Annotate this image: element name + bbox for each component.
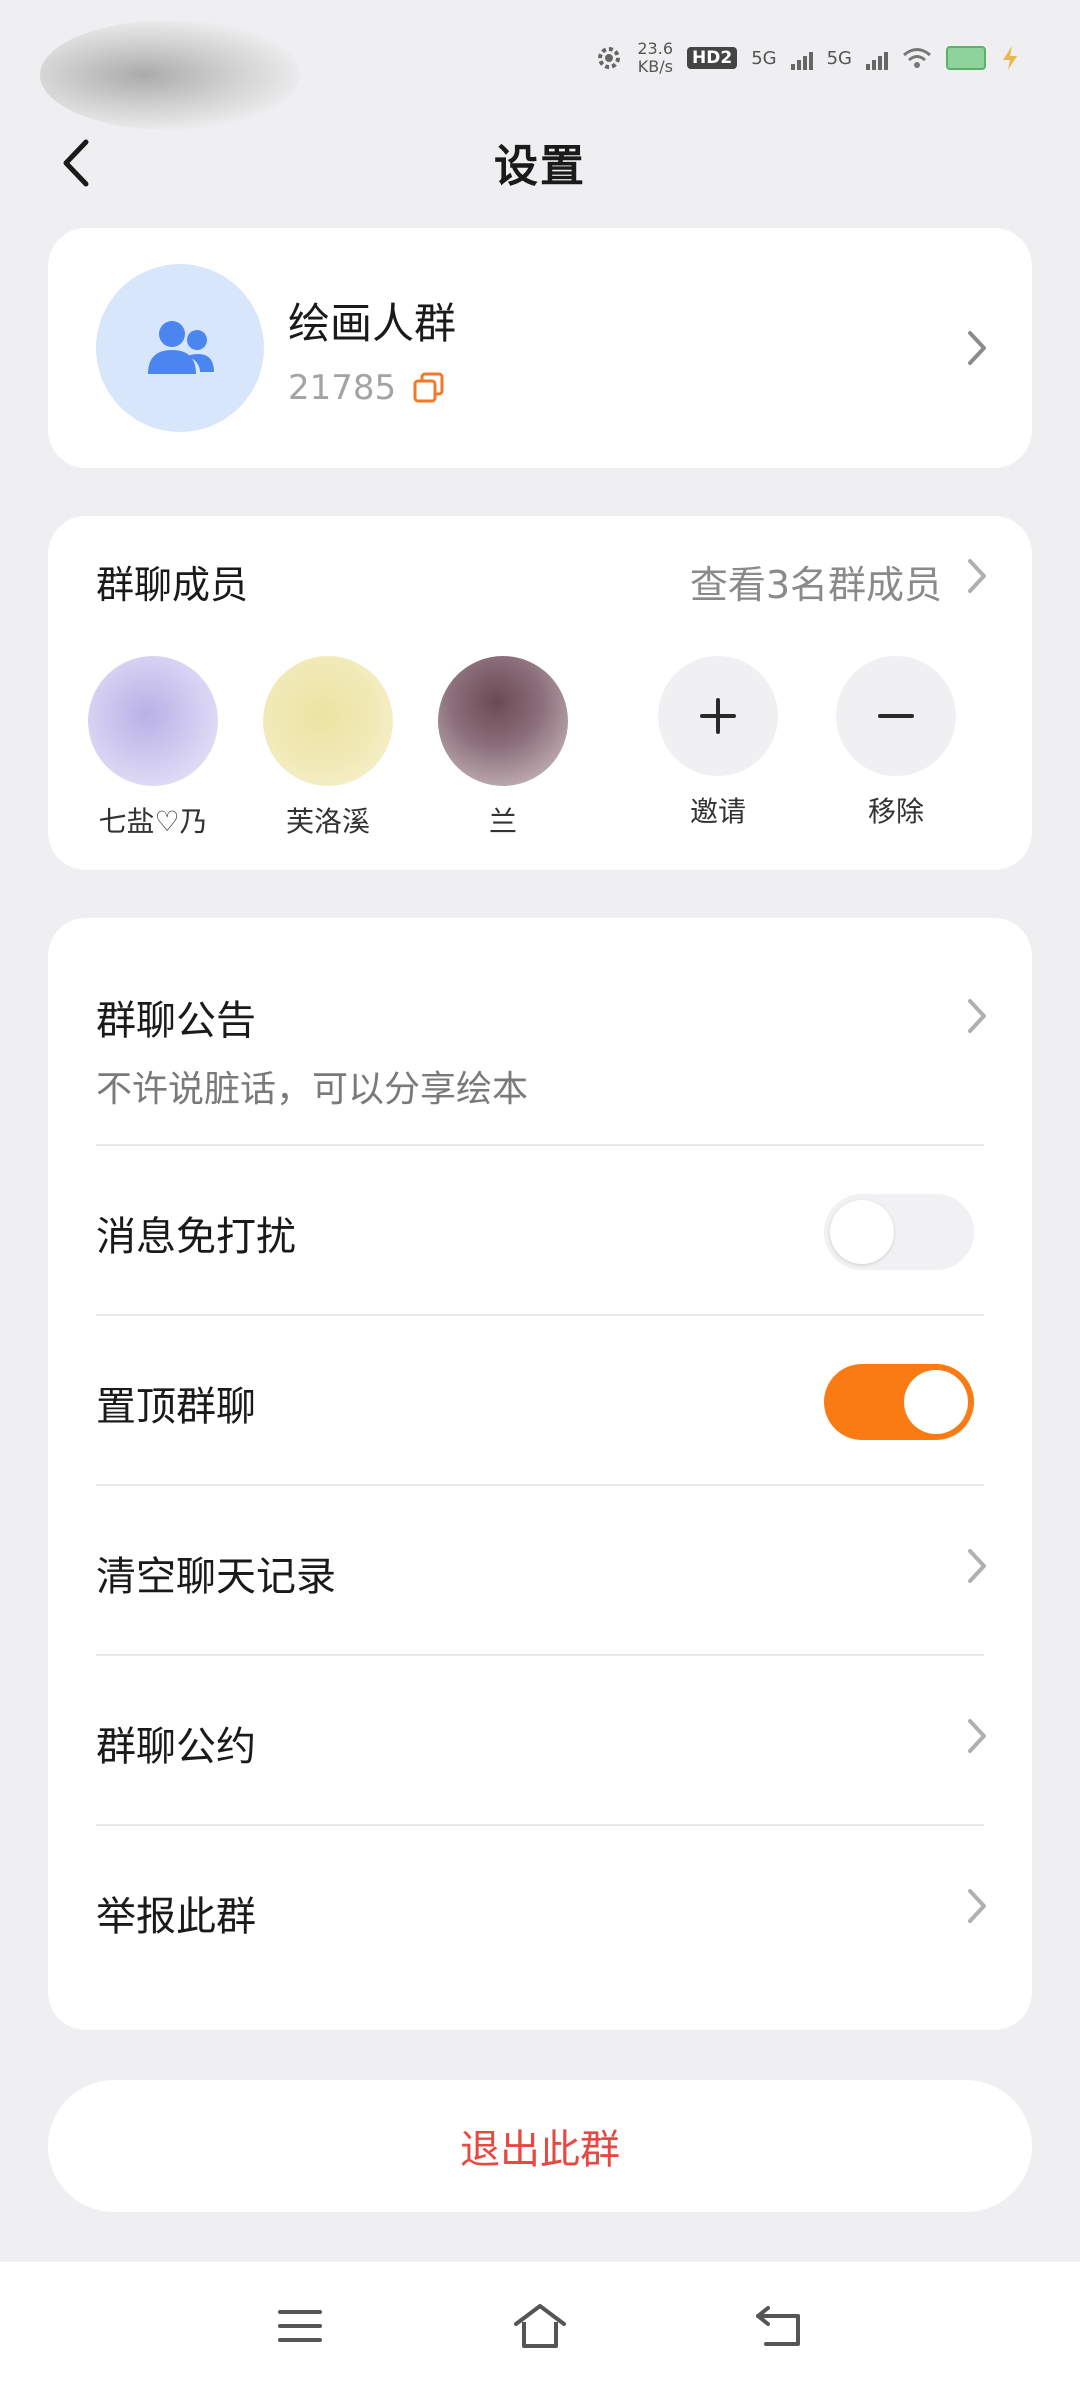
mute-toggle[interactable] xyxy=(824,1194,974,1270)
chevron-right-icon xyxy=(962,1544,992,1588)
status-bar: 23.6 KB/s HD2 5G 5G xyxy=(0,0,1080,130)
group-avatar xyxy=(96,264,264,432)
sim2-label: 5G xyxy=(826,47,852,69)
settings-card: 群聊公告 不许说脏话，可以分享绘本 消息免打扰 置顶群聊 清空聊天记录 群聊公约… xyxy=(48,918,1032,2030)
page-title: 设置 xyxy=(494,141,586,192)
settings-gear-icon xyxy=(598,47,621,69)
exit-group-button[interactable]: 退出此群 xyxy=(48,2080,1032,2212)
invite-label: 邀请 xyxy=(689,795,746,828)
wifi-icon xyxy=(903,48,931,68)
clear-history-label: 清空聊天记录 xyxy=(96,1554,336,1600)
system-nav-bar xyxy=(0,2262,1080,2388)
pin-toggle[interactable] xyxy=(824,1364,974,1440)
chevron-right-icon xyxy=(962,554,992,598)
announcement-row[interactable]: 群聊公告 不许说脏话，可以分享绘本 xyxy=(96,988,984,1112)
network-speed: 23.6 KB/s xyxy=(637,40,673,76)
announcement-text: 不许说脏话，可以分享绘本 xyxy=(96,1069,529,1110)
sim1-label: 5G xyxy=(751,47,777,69)
copy-icon[interactable] xyxy=(412,371,446,405)
hd-voice-icon: HD2 xyxy=(687,47,738,69)
remove-label: 移除 xyxy=(867,795,924,828)
remove-member-button[interactable]: 移除 xyxy=(826,656,966,830)
divider xyxy=(96,1484,984,1486)
divider xyxy=(96,1144,984,1146)
chevron-right-icon xyxy=(962,994,992,1038)
member-avatar xyxy=(263,656,393,786)
divider xyxy=(96,1654,984,1656)
network-speed-unit: KB/s xyxy=(637,57,673,76)
chevron-right-icon xyxy=(962,326,992,370)
chevron-right-icon xyxy=(962,1714,992,1758)
hd-label: HD xyxy=(692,48,721,68)
group-info-card[interactable]: 绘画人群 21785 xyxy=(48,228,1032,468)
divider xyxy=(96,1314,984,1316)
toggle-knob xyxy=(904,1370,968,1434)
group-rules-row[interactable]: 群聊公约 xyxy=(96,1714,984,1772)
report-group-row[interactable]: 举报此群 xyxy=(96,1884,984,1942)
chevron-right-icon xyxy=(962,1884,992,1928)
back-arrow-icon[interactable] xyxy=(745,2298,815,2354)
signal-bars-icon xyxy=(790,46,813,70)
battery-icon xyxy=(946,46,986,70)
menu-icon[interactable] xyxy=(265,2298,335,2354)
announcement-label: 群聊公告 xyxy=(96,998,256,1044)
charging-icon xyxy=(1003,46,1017,70)
status-icons: 23.6 KB/s HD2 5G 5G xyxy=(595,40,1020,76)
hd-sub: 2 xyxy=(720,48,733,68)
home-icon[interactable] xyxy=(505,2298,575,2354)
members-title: 群聊成员 xyxy=(96,563,249,607)
clear-history-row[interactable]: 清空聊天记录 xyxy=(96,1544,984,1602)
member-name: 七盐♡乃 xyxy=(98,805,208,838)
member-avatar xyxy=(438,656,568,786)
invite-member-button[interactable]: 邀请 xyxy=(648,656,788,830)
header: 设置 xyxy=(0,120,1080,200)
report-group-label: 举报此群 xyxy=(96,1894,256,1940)
blurred-overlay xyxy=(40,20,300,130)
member-name: 兰 xyxy=(488,805,517,838)
group-rules-label: 群聊公约 xyxy=(96,1724,256,1770)
toggle-knob xyxy=(830,1200,894,1264)
member-item[interactable]: 芙洛溪 xyxy=(253,656,403,840)
view-all-members-link[interactable]: 查看3名群成员 xyxy=(690,554,942,609)
divider xyxy=(96,1824,984,1826)
minus-icon xyxy=(836,656,956,776)
member-name: 芙洛溪 xyxy=(285,805,370,838)
group-name: 绘画人群 xyxy=(288,299,457,348)
group-id: 21785 xyxy=(288,368,397,408)
member-avatar xyxy=(88,656,218,786)
plus-icon xyxy=(658,656,778,776)
members-card: 群聊成员 查看3名群成员 七盐♡乃 芙洛溪 兰 邀请 移除 xyxy=(48,516,1032,870)
network-speed-value: 23.6 xyxy=(637,39,673,58)
group-id-row: 21785 xyxy=(288,368,446,408)
group-people-icon xyxy=(148,321,214,374)
signal-bars-2-icon xyxy=(866,46,888,70)
member-item[interactable]: 兰 xyxy=(428,656,578,840)
member-item[interactable]: 七盐♡乃 xyxy=(78,656,228,840)
